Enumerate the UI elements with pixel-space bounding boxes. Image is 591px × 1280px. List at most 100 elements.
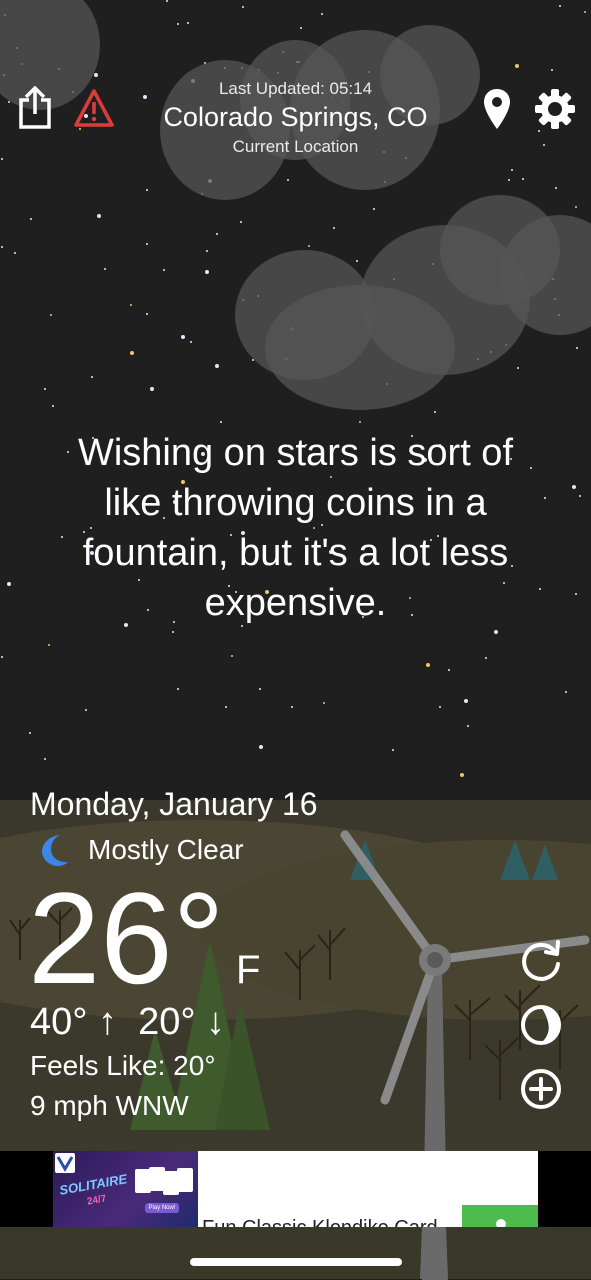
windmill-base <box>420 1227 448 1279</box>
current-location-label: Current Location <box>232 137 359 156</box>
bottom-safe-area <box>0 1227 591 1279</box>
date-text: Monday, January 16 <box>30 786 318 822</box>
star <box>146 243 148 245</box>
ad-logo-text: SOLITAIRE <box>58 1171 129 1198</box>
star <box>150 387 154 391</box>
condition-row: Mostly Clear <box>38 832 244 868</box>
add-icon[interactable] <box>518 1066 564 1112</box>
star <box>48 644 50 646</box>
star <box>14 252 16 254</box>
star <box>205 270 209 274</box>
moon-icon <box>42 835 68 866</box>
star <box>576 347 578 349</box>
star <box>85 709 87 711</box>
quote-text: Wishing on stars is sort of like throwin… <box>77 432 514 624</box>
ad-logo-sub: 24/7 <box>86 1193 108 1208</box>
star <box>44 758 46 760</box>
star <box>515 64 519 68</box>
star <box>29 732 31 734</box>
ad-logo-badge <box>55 1153 75 1173</box>
star <box>50 314 52 316</box>
star <box>52 405 54 407</box>
star <box>242 6 244 8</box>
star <box>434 411 436 413</box>
temperature-value: 26° <box>28 865 225 1011</box>
star <box>551 69 553 71</box>
star <box>467 725 469 727</box>
star <box>1 246 3 248</box>
star <box>485 657 487 659</box>
star <box>572 485 576 489</box>
star <box>508 179 510 181</box>
star <box>172 631 174 633</box>
star <box>511 169 513 171</box>
star <box>494 630 498 634</box>
star <box>187 22 189 24</box>
star <box>584 11 586 13</box>
ad-cta-button[interactable] <box>462 1205 538 1229</box>
star <box>220 421 222 423</box>
star <box>287 179 289 181</box>
star <box>333 227 335 229</box>
star <box>579 495 581 497</box>
star <box>94 73 98 77</box>
star <box>146 313 148 315</box>
star <box>163 269 165 271</box>
star <box>359 421 361 423</box>
star <box>544 497 546 499</box>
star <box>231 655 233 657</box>
playing-cards-graphic <box>135 1165 193 1201</box>
home-indicator[interactable] <box>190 1258 402 1266</box>
star <box>97 214 101 218</box>
star <box>130 351 134 355</box>
star <box>356 260 358 262</box>
ad-image[interactable]: SOLITAIRE 24/7 Play Now! <box>53 1151 199 1227</box>
star <box>559 5 561 7</box>
star <box>259 745 263 749</box>
star <box>225 706 227 708</box>
high-low-temperature: 40° ↑ 20° ↓ <box>30 1001 226 1043</box>
ad-headline: Fun Classic Klondike Card <box>202 1217 438 1227</box>
ad-play-button[interactable]: Play Now! <box>145 1203 179 1213</box>
star <box>460 773 464 777</box>
star <box>448 669 450 671</box>
star <box>464 699 468 703</box>
star <box>259 688 261 690</box>
star <box>426 663 430 667</box>
star <box>373 208 375 210</box>
star <box>177 23 179 25</box>
temperature-unit[interactable]: F <box>236 948 260 993</box>
star <box>575 593 577 595</box>
star <box>130 304 132 306</box>
star <box>565 691 567 693</box>
star <box>392 749 394 751</box>
star <box>104 268 106 270</box>
star <box>575 206 577 208</box>
star <box>215 364 219 368</box>
star <box>7 582 11 586</box>
star <box>555 187 557 189</box>
star <box>1 656 3 658</box>
star <box>190 341 192 343</box>
star <box>308 245 310 247</box>
star <box>206 250 208 252</box>
star <box>166 0 168 2</box>
star <box>300 27 302 29</box>
star <box>1 158 3 160</box>
star <box>91 376 93 378</box>
feels-like-text: Feels Like: 20° <box>30 1050 216 1081</box>
star <box>321 13 323 15</box>
star <box>30 218 32 220</box>
condition-text: Mostly Clear <box>88 834 244 865</box>
location-pin-icon[interactable] <box>483 88 511 130</box>
star <box>216 233 218 235</box>
star <box>323 702 325 704</box>
star <box>522 178 524 180</box>
star <box>146 189 148 191</box>
theme-icon[interactable] <box>518 1002 564 1048</box>
star <box>439 706 441 708</box>
star <box>44 388 46 390</box>
gear-icon[interactable] <box>534 88 576 130</box>
star <box>291 706 293 708</box>
refresh-icon[interactable] <box>518 938 564 984</box>
